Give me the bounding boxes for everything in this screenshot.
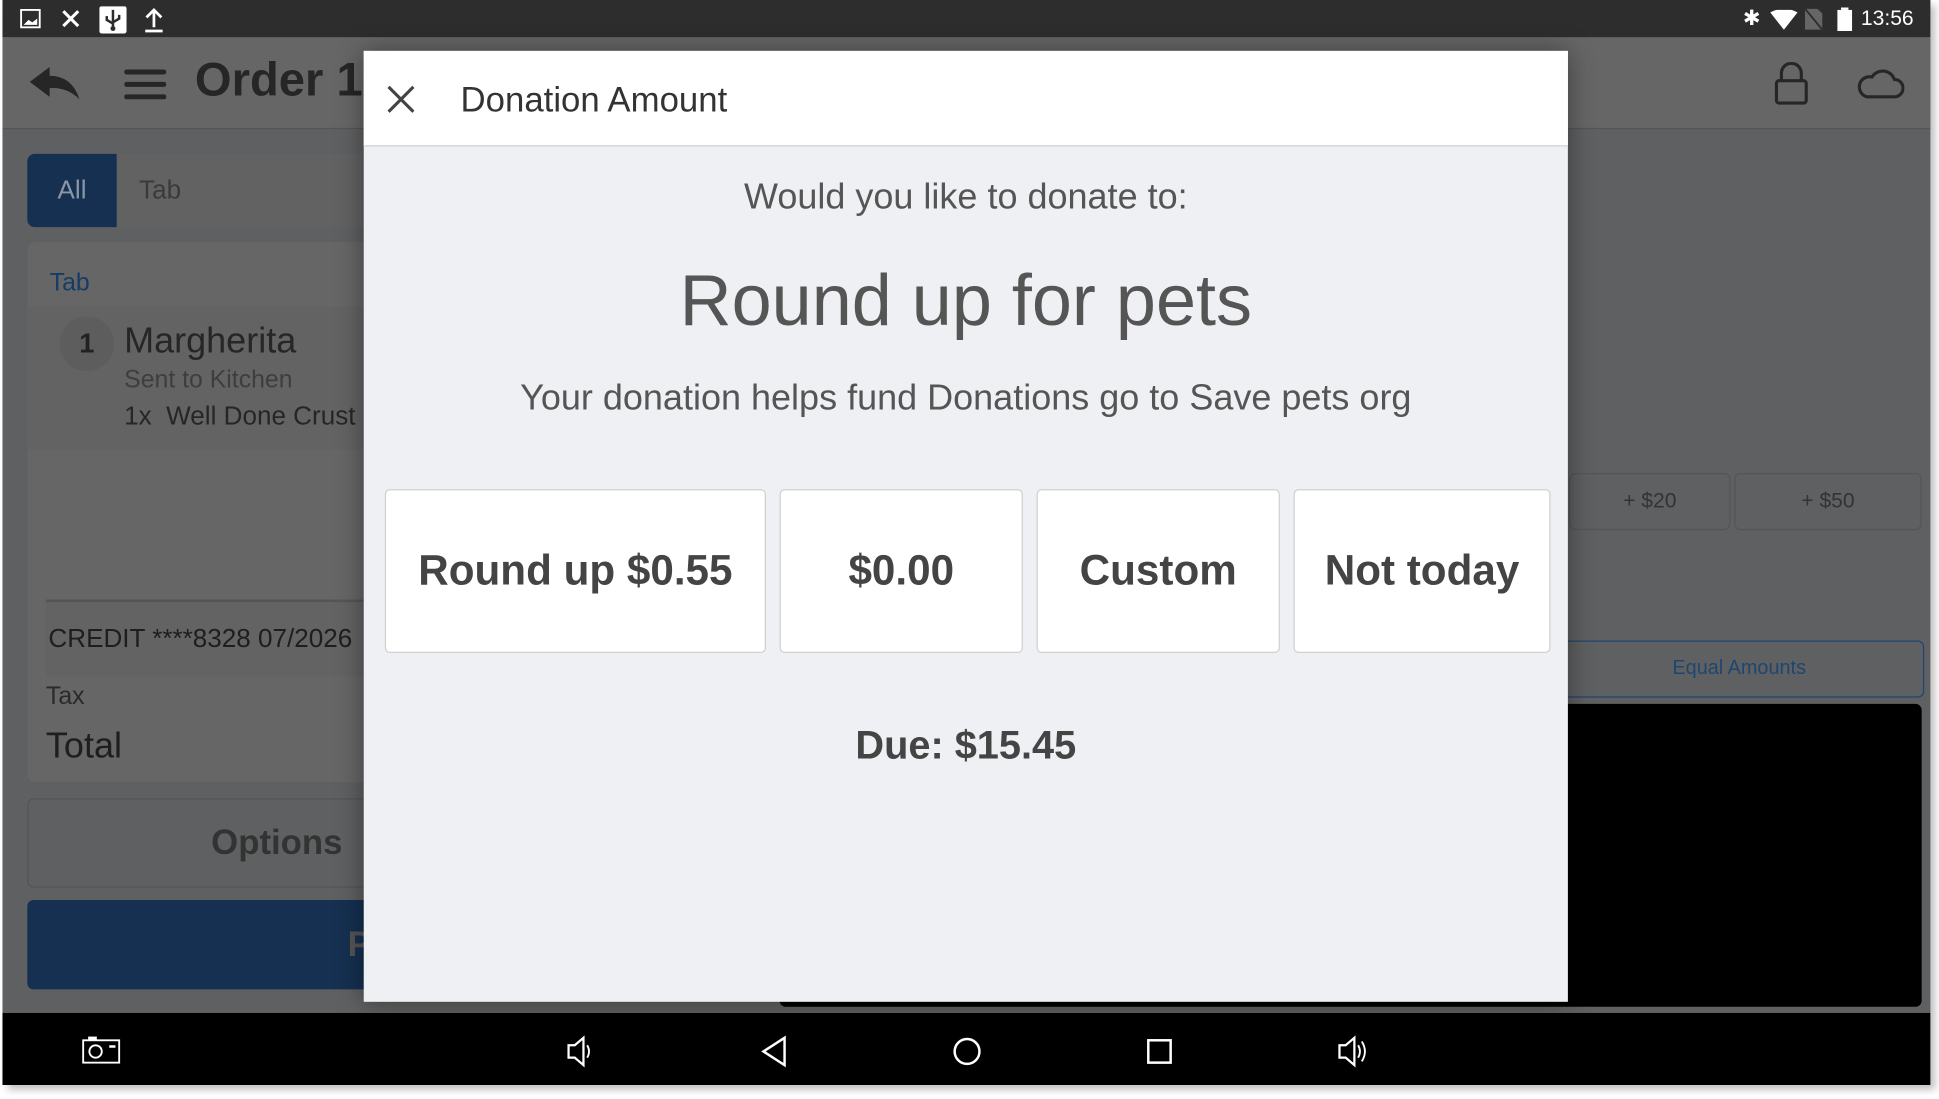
campaign-name: Round up for pets <box>679 260 1253 342</box>
wifi-icon <box>1770 9 1798 30</box>
cloud-icon[interactable] <box>1855 65 1905 102</box>
quick-amount-50[interactable]: + $50 <box>1734 472 1922 531</box>
home-icon[interactable] <box>951 1035 983 1067</box>
device-screen: ✱ 13:56 Order 1 All Tab Tab 1 Margherita… <box>2 0 1931 1085</box>
signal-off-icon <box>62 10 80 28</box>
recents-icon[interactable] <box>1145 1037 1175 1067</box>
status-time: 13:56 <box>1860 6 1914 30</box>
custom-button[interactable]: Custom <box>1036 489 1280 653</box>
item-modifier: 1x Well Done Crust <box>124 402 356 431</box>
volume-down-icon[interactable] <box>566 1035 596 1068</box>
no-sim-icon <box>1804 8 1823 30</box>
close-icon[interactable] <box>386 84 416 114</box>
bluetooth-icon: ✱ <box>1742 6 1761 30</box>
volume-up-icon[interactable] <box>1337 1035 1372 1068</box>
not-today-button[interactable]: Not today <box>1293 489 1551 653</box>
zero-amount-button[interactable]: $0.00 <box>779 489 1023 653</box>
dialog-header: Donation Amount <box>363 50 1568 147</box>
round-up-button[interactable]: Round up $0.55 <box>384 489 766 653</box>
donation-dialog: Donation Amount Would you like to donate… <box>363 50 1568 1002</box>
item-qty: 1 <box>59 316 115 372</box>
usb-icon <box>99 6 127 34</box>
campaign-description: Your donation helps fund Donations go to… <box>520 378 1412 419</box>
lock-icon[interactable] <box>1774 62 1809 107</box>
total-label: Total <box>45 726 122 766</box>
menu-icon[interactable] <box>124 67 167 102</box>
item-name: Margherita <box>124 321 297 362</box>
dialog-title: Donation Amount <box>460 80 728 120</box>
navigation-bar <box>2 1012 1931 1085</box>
status-bar: ✱ 13:56 <box>2 0 1931 38</box>
page-title: Order 1 <box>194 54 363 107</box>
tax-label: Tax <box>45 682 85 711</box>
battery-icon <box>1837 7 1853 32</box>
back-icon[interactable] <box>27 65 82 102</box>
screenshot-icon[interactable] <box>82 1035 122 1065</box>
donation-prompt: Would you like to donate to: <box>743 177 1188 218</box>
section-label: Tab <box>49 269 90 297</box>
amount-due: Due: $15.45 <box>855 722 1077 768</box>
upload-icon <box>145 8 163 33</box>
item-status: Sent to Kitchen <box>124 366 293 394</box>
quick-amount-20[interactable]: + $20 <box>1569 472 1731 531</box>
back-nav-icon[interactable] <box>760 1035 790 1068</box>
equal-amounts-button[interactable]: Equal Amounts <box>1554 640 1925 698</box>
tab-tab[interactable]: Tab <box>139 154 181 227</box>
payment-label: CREDIT ****8328 07/2026 <box>48 624 353 653</box>
tab-all[interactable]: All <box>27 153 117 228</box>
image-icon <box>20 9 41 29</box>
